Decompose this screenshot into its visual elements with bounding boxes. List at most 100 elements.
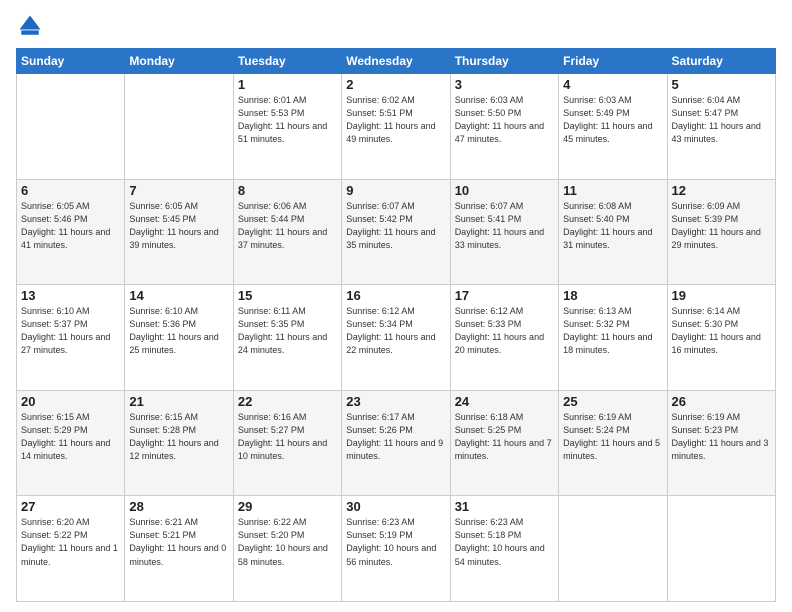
- calendar-cell: 10 Sunrise: 6:07 AM Sunset: 5:41 PM Dayli…: [450, 179, 558, 285]
- calendar-cell: 11Sunrise: 6:08 AM Sunset: 5:40 PM Dayli…: [559, 179, 667, 285]
- calendar-cell: 13 Sunrise: 6:10 AM Sunset: 5:37 PM Dayli…: [17, 285, 125, 391]
- day-number: 22: [238, 394, 337, 409]
- day-info: Sunrise: 6:07 AM Sunset: 5:42 PM Dayligh…: [346, 200, 445, 252]
- day-info: Sunrise: 6:05 AM Sunset: 5:45 PM Dayligh…: [129, 200, 228, 252]
- calendar-week-row: 6 Sunrise: 6:05 AM Sunset: 5:46 PM Daylig…: [17, 179, 776, 285]
- calendar-cell: 20 Sunrise: 6:15 AM Sunset: 5:29 PM Dayli…: [17, 390, 125, 496]
- day-info: Sunrise: 6:22 AM Sunset: 5:20 PM Dayligh…: [238, 516, 337, 568]
- day-number: 2: [346, 77, 445, 92]
- day-info: Sunrise: 6:19 AM Sunset: 5:24 PM Dayligh…: [563, 411, 662, 463]
- calendar-cell: [667, 496, 775, 602]
- day-info: Sunrise: 6:21 AM Sunset: 5:21 PM Dayligh…: [129, 516, 228, 568]
- day-info: Sunrise: 6:18 AM Sunset: 5:25 PM Dayligh…: [455, 411, 554, 463]
- calendar-cell: 19 Sunrise: 6:14 AM Sunset: 5:30 PM Dayli…: [667, 285, 775, 391]
- calendar-week-row: 13 Sunrise: 6:10 AM Sunset: 5:37 PM Dayli…: [17, 285, 776, 391]
- day-info: Sunrise: 6:02 AM Sunset: 5:51 PM Dayligh…: [346, 94, 445, 146]
- logo-icon: [16, 12, 44, 40]
- calendar-cell: 14 Sunrise: 6:10 AM Sunset: 5:36 PM Dayli…: [125, 285, 233, 391]
- day-number: 10: [455, 183, 554, 198]
- calendar-cell: 25 Sunrise: 6:19 AM Sunset: 5:24 PM Dayli…: [559, 390, 667, 496]
- calendar-cell: 3Sunrise: 6:03 AM Sunset: 5:50 PM Daylig…: [450, 74, 558, 180]
- day-number: 6: [21, 183, 120, 198]
- logo: [16, 12, 48, 40]
- weekday-header-cell: Tuesday: [233, 49, 341, 74]
- weekday-header-cell: Sunday: [17, 49, 125, 74]
- day-info: Sunrise: 6:23 AM Sunset: 5:19 PM Dayligh…: [346, 516, 445, 568]
- day-number: 23: [346, 394, 445, 409]
- calendar-cell: 29Sunrise: 6:22 AM Sunset: 5:20 PM Dayli…: [233, 496, 341, 602]
- day-info: Sunrise: 6:05 AM Sunset: 5:46 PM Dayligh…: [21, 200, 120, 252]
- day-number: 3: [455, 77, 554, 92]
- day-info: Sunrise: 6:12 AM Sunset: 5:34 PM Dayligh…: [346, 305, 445, 357]
- header: [16, 12, 776, 40]
- day-number: 15: [238, 288, 337, 303]
- weekday-header-cell: Monday: [125, 49, 233, 74]
- calendar-week-row: 27 Sunrise: 6:20 AM Sunset: 5:22 PM Dayli…: [17, 496, 776, 602]
- calendar-week-row: 1Sunrise: 6:01 AM Sunset: 5:53 PM Daylig…: [17, 74, 776, 180]
- day-info: Sunrise: 6:19 AM Sunset: 5:23 PM Dayligh…: [672, 411, 771, 463]
- day-info: Sunrise: 6:20 AM Sunset: 5:22 PM Dayligh…: [21, 516, 120, 568]
- weekday-header-cell: Saturday: [667, 49, 775, 74]
- day-number: 27: [21, 499, 120, 514]
- calendar: SundayMondayTuesdayWednesdayThursdayFrid…: [16, 48, 776, 602]
- day-info: Sunrise: 6:04 AM Sunset: 5:47 PM Dayligh…: [672, 94, 771, 146]
- day-number: 5: [672, 77, 771, 92]
- calendar-cell: 7 Sunrise: 6:05 AM Sunset: 5:45 PM Daylig…: [125, 179, 233, 285]
- day-info: Sunrise: 6:07 AM Sunset: 5:41 PM Dayligh…: [455, 200, 554, 252]
- day-info: Sunrise: 6:12 AM Sunset: 5:33 PM Dayligh…: [455, 305, 554, 357]
- day-info: Sunrise: 6:01 AM Sunset: 5:53 PM Dayligh…: [238, 94, 337, 146]
- calendar-cell: 18Sunrise: 6:13 AM Sunset: 5:32 PM Dayli…: [559, 285, 667, 391]
- day-number: 9: [346, 183, 445, 198]
- day-info: Sunrise: 6:10 AM Sunset: 5:37 PM Dayligh…: [21, 305, 120, 357]
- calendar-cell: 23 Sunrise: 6:17 AM Sunset: 5:26 PM Dayli…: [342, 390, 450, 496]
- day-info: Sunrise: 6:03 AM Sunset: 5:49 PM Dayligh…: [563, 94, 662, 146]
- calendar-cell: 28 Sunrise: 6:21 AM Sunset: 5:21 PM Dayli…: [125, 496, 233, 602]
- day-number: 4: [563, 77, 662, 92]
- day-number: 24: [455, 394, 554, 409]
- calendar-cell: 15 Sunrise: 6:11 AM Sunset: 5:35 PM Dayli…: [233, 285, 341, 391]
- day-info: Sunrise: 6:09 AM Sunset: 5:39 PM Dayligh…: [672, 200, 771, 252]
- calendar-cell: 4 Sunrise: 6:03 AM Sunset: 5:49 PM Daylig…: [559, 74, 667, 180]
- day-number: 8: [238, 183, 337, 198]
- day-info: Sunrise: 6:10 AM Sunset: 5:36 PM Dayligh…: [129, 305, 228, 357]
- day-info: Sunrise: 6:14 AM Sunset: 5:30 PM Dayligh…: [672, 305, 771, 357]
- day-number: 16: [346, 288, 445, 303]
- calendar-cell: 24 Sunrise: 6:18 AM Sunset: 5:25 PM Dayli…: [450, 390, 558, 496]
- day-info: Sunrise: 6:23 AM Sunset: 5:18 PM Dayligh…: [455, 516, 554, 568]
- weekday-header-cell: Wednesday: [342, 49, 450, 74]
- day-number: 21: [129, 394, 228, 409]
- calendar-cell: 30 Sunrise: 6:23 AM Sunset: 5:19 PM Dayli…: [342, 496, 450, 602]
- day-number: 26: [672, 394, 771, 409]
- day-number: 25: [563, 394, 662, 409]
- day-info: Sunrise: 6:08 AM Sunset: 5:40 PM Dayligh…: [563, 200, 662, 252]
- day-number: 7: [129, 183, 228, 198]
- weekday-header-cell: Friday: [559, 49, 667, 74]
- day-number: 28: [129, 499, 228, 514]
- day-number: 14: [129, 288, 228, 303]
- calendar-cell: 26 Sunrise: 6:19 AM Sunset: 5:23 PM Dayli…: [667, 390, 775, 496]
- calendar-cell: 16 Sunrise: 6:12 AM Sunset: 5:34 PM Dayli…: [342, 285, 450, 391]
- day-info: Sunrise: 6:06 AM Sunset: 5:44 PM Dayligh…: [238, 200, 337, 252]
- day-number: 30: [346, 499, 445, 514]
- day-number: 20: [21, 394, 120, 409]
- calendar-cell: 1Sunrise: 6:01 AM Sunset: 5:53 PM Daylig…: [233, 74, 341, 180]
- calendar-cell: 8 Sunrise: 6:06 AM Sunset: 5:44 PM Daylig…: [233, 179, 341, 285]
- day-number: 12: [672, 183, 771, 198]
- day-number: 13: [21, 288, 120, 303]
- calendar-cell: [125, 74, 233, 180]
- day-number: 17: [455, 288, 554, 303]
- day-number: 19: [672, 288, 771, 303]
- calendar-body: 1Sunrise: 6:01 AM Sunset: 5:53 PM Daylig…: [17, 74, 776, 602]
- weekday-header-cell: Thursday: [450, 49, 558, 74]
- day-info: Sunrise: 6:15 AM Sunset: 5:29 PM Dayligh…: [21, 411, 120, 463]
- day-info: Sunrise: 6:16 AM Sunset: 5:27 PM Dayligh…: [238, 411, 337, 463]
- day-info: Sunrise: 6:11 AM Sunset: 5:35 PM Dayligh…: [238, 305, 337, 357]
- calendar-cell: 31Sunrise: 6:23 AM Sunset: 5:18 PM Dayli…: [450, 496, 558, 602]
- calendar-cell: 17 Sunrise: 6:12 AM Sunset: 5:33 PM Dayli…: [450, 285, 558, 391]
- calendar-week-row: 20 Sunrise: 6:15 AM Sunset: 5:29 PM Dayli…: [17, 390, 776, 496]
- weekday-header: SundayMondayTuesdayWednesdayThursdayFrid…: [17, 49, 776, 74]
- day-info: Sunrise: 6:17 AM Sunset: 5:26 PM Dayligh…: [346, 411, 445, 463]
- calendar-cell: 27 Sunrise: 6:20 AM Sunset: 5:22 PM Dayli…: [17, 496, 125, 602]
- day-info: Sunrise: 6:13 AM Sunset: 5:32 PM Dayligh…: [563, 305, 662, 357]
- calendar-cell: 5 Sunrise: 6:04 AM Sunset: 5:47 PM Daylig…: [667, 74, 775, 180]
